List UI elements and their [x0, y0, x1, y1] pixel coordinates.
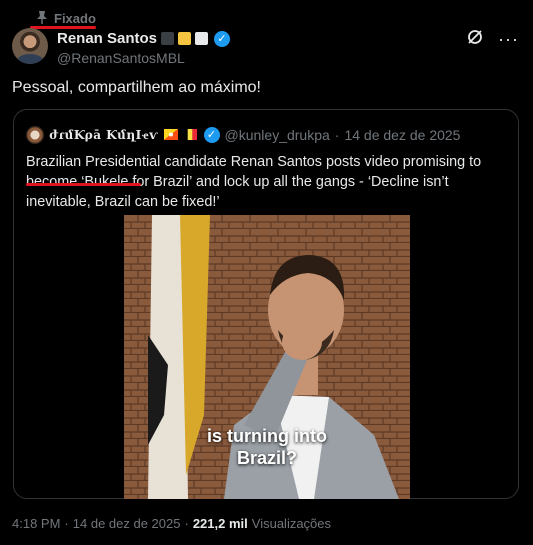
video-caption: is turning into Brazil? [124, 425, 410, 469]
quote-date[interactable]: 14 de dez de 2025 [344, 127, 460, 143]
views-count[interactable]: 221,2 mil [193, 516, 248, 531]
video-caption-line1: is turning into [207, 426, 327, 446]
verified-icon: ✓ [214, 30, 231, 47]
video-player[interactable]: is turning into Brazil? [124, 215, 410, 499]
pinned-indicator: Fixado [36, 10, 96, 27]
tweet-time[interactable]: 4:18 PM [12, 516, 60, 531]
flag-belgium-icon [182, 127, 197, 143]
flag-bhutan-icon [163, 127, 178, 143]
quote-avatar[interactable] [26, 126, 44, 144]
tweet-actions: ··· [466, 28, 519, 51]
tweet-text: Pessoal, compartilhem ao máximo! [12, 79, 261, 96]
tweet-footer: 4:18 PM · 14 de dez de 2025 · 221,2 mil … [12, 516, 331, 531]
views-label: Visualizações [251, 516, 332, 531]
quote-text: Brazilian Presidential candidate Renan S… [26, 154, 482, 210]
pinned-label: Fixado [54, 11, 96, 26]
footer-separator: · [64, 516, 69, 531]
tweet-date[interactable]: 14 de dez de 2025 [73, 516, 181, 531]
quote-author-name[interactable]: ժɾմƘρā ƘմղӀҽѵ [49, 128, 159, 143]
video-caption-line2: Brazil? [236, 448, 297, 468]
badge-yellow [178, 32, 192, 45]
author-handle[interactable]: @RenanSantosMBL [57, 50, 185, 66]
author-name-row[interactable]: Renan Santos ✓ [57, 30, 231, 47]
badge-dark [161, 32, 175, 45]
grok-icon[interactable] [466, 28, 484, 51]
quote-separator: · [334, 127, 340, 143]
red-underline-mark [26, 183, 141, 186]
footer-separator: · [184, 516, 189, 531]
verified-icon: ✓ [203, 127, 220, 143]
more-icon[interactable]: ··· [498, 29, 519, 50]
avatar[interactable] [12, 28, 48, 64]
quote-header: ժɾմƘρā ƘմղӀҽѵ ✓ @kunley_drukpa · 14 de d… [26, 126, 460, 144]
red-underline-mark [30, 26, 96, 29]
pin-icon [36, 10, 48, 27]
quote-author-handle[interactable]: @kunley_drukpa [225, 127, 330, 143]
quoted-tweet[interactable]: ժɾմƘρā ƘմղӀҽѵ ✓ @kunley_drukpa · 14 de d… [13, 109, 519, 499]
author-name[interactable]: Renan Santos [57, 30, 157, 47]
badge-white [195, 32, 209, 45]
